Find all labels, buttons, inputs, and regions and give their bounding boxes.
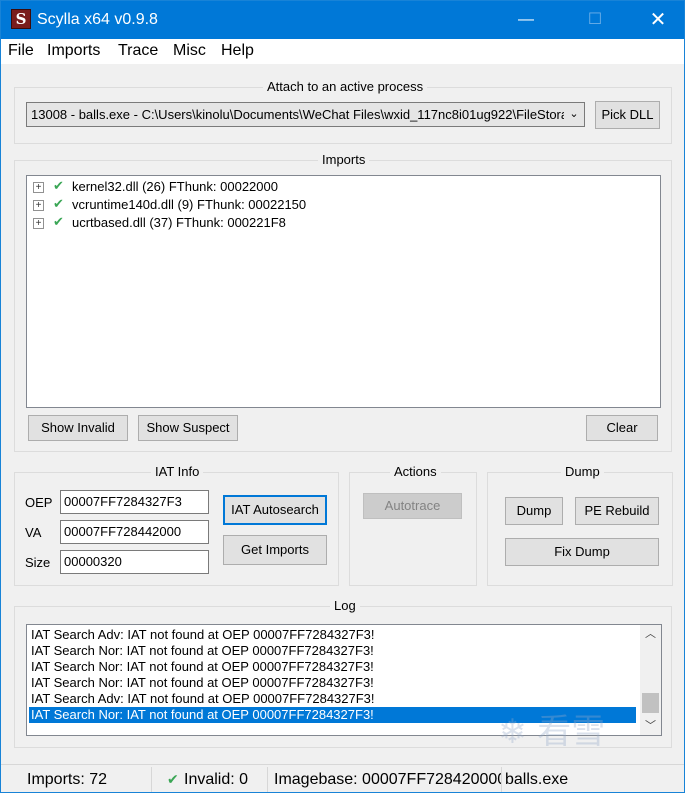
tree-item-label: kernel32.dll (26) FThunk: 00022000 bbox=[72, 179, 278, 194]
title-bar[interactable]: S Scylla x64 v0.9.8 — ☐ ✕ bbox=[1, 1, 684, 39]
log-line[interactable]: IAT Search Adv: IAT not found at OEP 000… bbox=[29, 627, 636, 643]
process-select-value: 13008 - balls.exe - C:\Users\kinolu\Docu… bbox=[31, 107, 584, 122]
check-icon: ✔ bbox=[53, 178, 64, 193]
imports-group-label: Imports bbox=[318, 152, 370, 167]
get-imports-button[interactable]: Get Imports bbox=[223, 535, 327, 565]
log-line[interactable]: IAT Search Nor: IAT not found at OEP 000… bbox=[29, 643, 636, 659]
show-suspect-button[interactable]: Show Suspect bbox=[138, 415, 238, 441]
minimize-button[interactable]: — bbox=[503, 1, 549, 39]
status-invalid: Invalid: 0 bbox=[184, 771, 249, 788]
maximize-button[interactable]: ☐ bbox=[572, 1, 618, 39]
menu-help[interactable]: Help bbox=[221, 42, 254, 60]
menu-file[interactable]: File bbox=[8, 42, 34, 60]
oep-label: OEP bbox=[25, 495, 53, 510]
scylla-app-icon: S bbox=[11, 9, 31, 29]
log-line[interactable]: IAT Search Nor: IAT not found at OEP 000… bbox=[29, 659, 636, 675]
watermark-logo: ❄ 看雪 bbox=[498, 712, 606, 752]
menu-bar: File Imports Trace Misc Help bbox=[1, 39, 684, 64]
fix-dump-button[interactable]: Fix Dump bbox=[505, 538, 659, 566]
clear-button[interactable]: Clear bbox=[586, 415, 658, 441]
check-icon: ✔ bbox=[53, 214, 64, 229]
iat-autosearch-button[interactable]: IAT Autosearch bbox=[223, 495, 327, 525]
window-title: Scylla x64 v0.9.8 bbox=[37, 11, 158, 28]
expand-icon[interactable]: + bbox=[33, 182, 44, 193]
menu-trace[interactable]: Trace bbox=[118, 42, 158, 60]
menu-imports[interactable]: Imports bbox=[47, 42, 100, 60]
status-divider bbox=[151, 767, 152, 792]
va-field[interactable]: 00007FF728442000 bbox=[60, 520, 209, 544]
iat-info-group-label: IAT Info bbox=[151, 464, 204, 479]
imports-tree[interactable]: + ✔ kernel32.dll (26) FThunk: 00022000 +… bbox=[26, 175, 661, 408]
status-bar: Imports: 72 ✔ Invalid: 0 Imagebase: 0000… bbox=[1, 764, 684, 792]
pick-dll-button[interactable]: Pick DLL bbox=[595, 101, 660, 129]
size-label: Size bbox=[25, 555, 51, 570]
pe-rebuild-button[interactable]: PE Rebuild bbox=[575, 497, 659, 525]
dump-group: Dump bbox=[487, 464, 673, 586]
status-divider bbox=[501, 767, 502, 792]
actions-group-label: Actions bbox=[390, 464, 441, 479]
chevron-down-icon[interactable]: ⌄ bbox=[564, 103, 584, 126]
expand-icon[interactable]: + bbox=[33, 200, 44, 211]
actions-group: Actions bbox=[349, 464, 477, 586]
scroll-up-icon[interactable]: ︿ bbox=[640, 625, 661, 643]
log-group-label: Log bbox=[330, 598, 360, 613]
tree-item-label: vcruntime140d.dll (9) FThunk: 00022150 bbox=[72, 197, 307, 212]
show-invalid-button[interactable]: Show Invalid bbox=[28, 415, 128, 441]
process-select[interactable]: 13008 - balls.exe - C:\Users\kinolu\Docu… bbox=[26, 102, 585, 127]
status-module: balls.exe bbox=[505, 771, 569, 788]
tree-item-label: ucrtbased.dll (37) FThunk: 000221F8 bbox=[72, 215, 286, 230]
check-icon: ✔ bbox=[53, 196, 64, 211]
close-button[interactable]: ✕ bbox=[635, 1, 681, 39]
status-imports: Imports: 72 bbox=[27, 771, 108, 788]
status-imagebase: Imagebase: 00007FF728420000 bbox=[274, 771, 501, 788]
check-icon: ✔ bbox=[167, 771, 179, 787]
status-divider bbox=[267, 767, 268, 792]
dump-button[interactable]: Dump bbox=[505, 497, 563, 525]
log-line[interactable]: IAT Search Nor: IAT not found at OEP 000… bbox=[29, 675, 636, 691]
autotrace-button[interactable]: Autotrace bbox=[363, 493, 462, 519]
oep-field[interactable]: 00007FF7284327F3 bbox=[60, 490, 209, 514]
expand-icon[interactable]: + bbox=[33, 218, 44, 229]
menu-misc[interactable]: Misc bbox=[173, 42, 206, 60]
size-field[interactable]: 00000320 bbox=[60, 550, 209, 574]
va-label: VA bbox=[25, 525, 42, 540]
attach-group-label: Attach to an active process bbox=[263, 79, 428, 94]
dump-group-label: Dump bbox=[561, 464, 604, 479]
scylla-window: S Scylla x64 v0.9.8 — ☐ ✕ File Imports T… bbox=[0, 0, 685, 793]
